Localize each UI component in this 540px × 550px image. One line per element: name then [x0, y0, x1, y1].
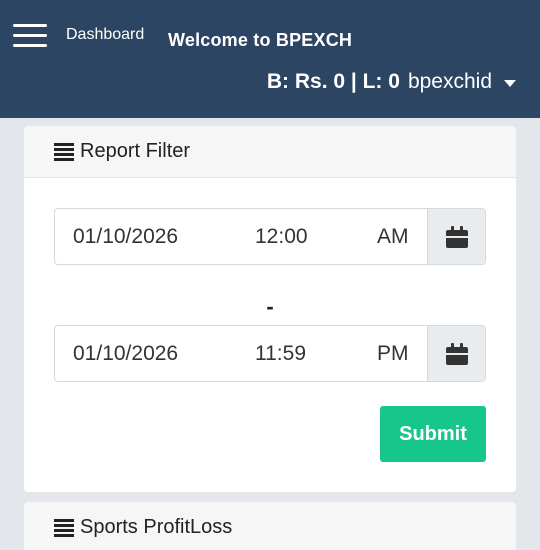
user-dropdown[interactable]: bpexchid	[408, 70, 516, 94]
sports-profitloss-title: Sports ProfitLoss	[80, 515, 233, 538]
to-ampm-value: PM	[377, 341, 409, 365]
from-datetime-group: 01/10/2026 12:00 AM	[54, 208, 486, 265]
list-icon	[54, 143, 74, 161]
welcome-title: Welcome to BPEXCH	[168, 30, 353, 50]
to-date-value: 01/10/2026	[73, 341, 179, 365]
from-date-value: 01/10/2026	[73, 224, 179, 248]
report-filter-title: Report Filter	[80, 140, 191, 162]
from-ampm-value: AM	[377, 224, 409, 248]
caret-down-icon	[504, 79, 516, 87]
account-summary: B: Rs. 0 | L: 0 bpexchid	[267, 70, 516, 94]
sports-profitloss-card: Sports ProfitLoss	[24, 502, 516, 550]
username-label: bpexchid	[407, 70, 492, 93]
from-time-value: 12:00	[255, 224, 308, 248]
list-icon	[54, 518, 74, 537]
to-datetime-group: 01/10/2026 11:59 PM	[54, 325, 486, 382]
report-filter-card: Report Filter 01/10/2026 12:00 AM - 01/1…	[24, 126, 516, 492]
from-calendar-button[interactable]	[427, 209, 485, 264]
to-time-value: 11:59	[255, 341, 306, 365]
to-calendar-button[interactable]	[427, 326, 485, 381]
sports-profitloss-header: Sports ProfitLoss	[24, 502, 516, 550]
calendar-icon	[445, 342, 468, 365]
from-datetime-input[interactable]: 01/10/2026 12:00 AM	[55, 209, 427, 264]
date-range-separator: -	[266, 294, 274, 319]
to-datetime-input[interactable]: 01/10/2026 11:59 PM	[55, 326, 427, 381]
top-header: Dashboard Welcome to BPEXCH B: Rs. 0 | L…	[0, 0, 540, 118]
report-filter-header: Report Filter	[24, 126, 516, 178]
calendar-icon	[445, 225, 468, 248]
dashboard-link[interactable]: Dashboard	[66, 26, 144, 44]
balance-liability-text: B: Rs. 0 | L: 0	[266, 70, 400, 93]
submit-button[interactable]: Submit	[380, 406, 486, 462]
menu-icon[interactable]	[13, 24, 47, 48]
